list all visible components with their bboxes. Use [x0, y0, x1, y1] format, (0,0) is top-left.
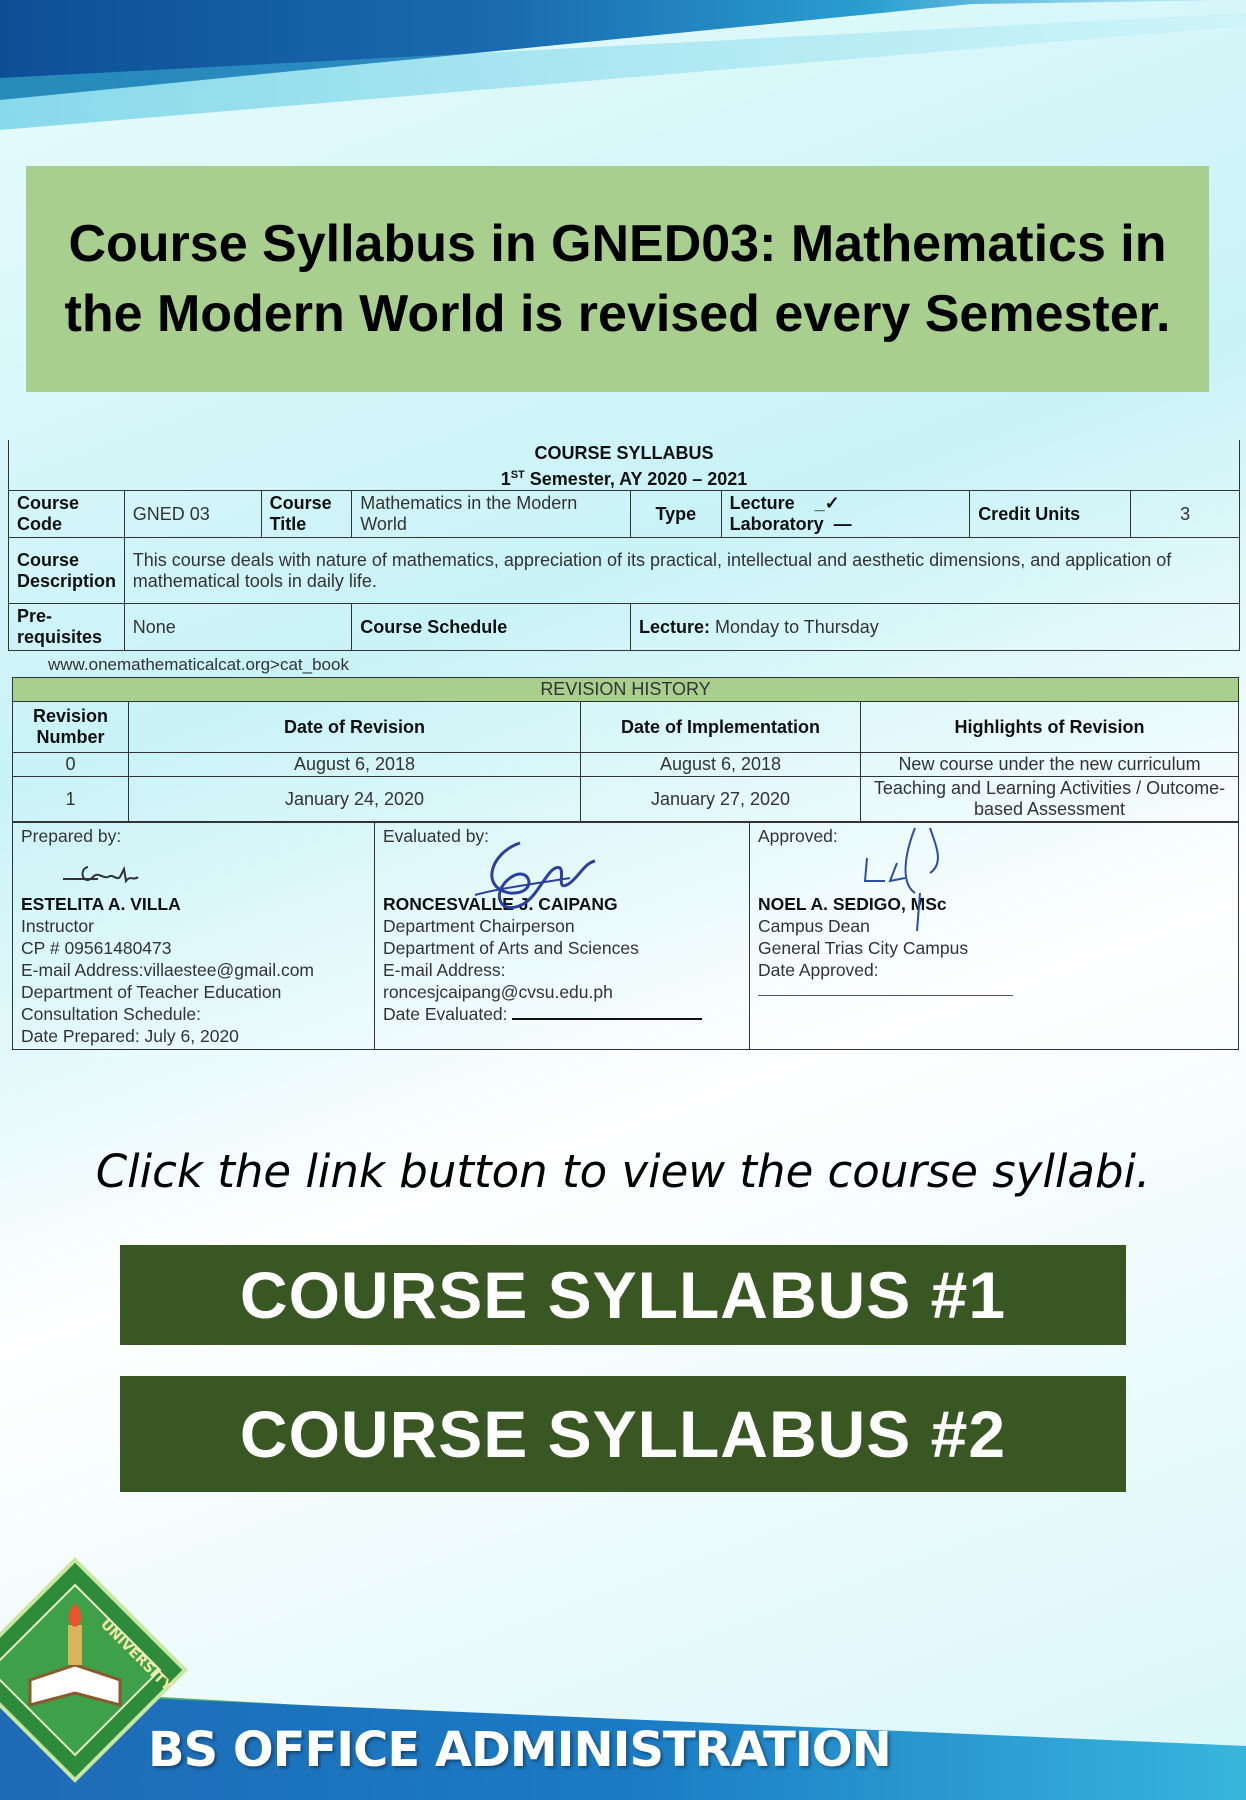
course-syllabus-1-button[interactable]: COURSE SYLLABUS #1: [120, 1245, 1126, 1345]
source-url: www.onemathematicalcat.org>cat_book: [48, 655, 349, 674]
course-title-label: Course Title: [260, 490, 353, 538]
table-row: 0 August 6, 2018 August 6, 2018 New cour…: [12, 752, 1240, 777]
type-value: Lecture _✓ Laboratory —: [720, 490, 971, 538]
table-cell: 1: [12, 776, 129, 822]
date-approved-blank: [758, 981, 1013, 996]
schedule-value: Lecture: Monday to Thursday: [630, 603, 1240, 651]
description-label: Course Description: [8, 537, 125, 604]
course-syllabus-2-button[interactable]: COURSE SYLLABUS #2: [120, 1376, 1126, 1492]
description-value: This course deals with nature of mathema…: [123, 537, 1241, 604]
table-cell: January 24, 2020: [128, 776, 581, 822]
headline-text: Course Syllabus in GNED03: Mathematics i…: [64, 215, 1171, 343]
syllabus-semester: 1ST Semester, AY 2020 – 2021: [500, 469, 748, 489]
course-info-table: Course Code GNED 03 Course Title Mathema…: [8, 490, 1241, 651]
approved-by-block: Approved: NOEL A. SEDIGO, MSc Campus Dea…: [749, 822, 1239, 1050]
type-label: Type: [630, 490, 722, 538]
table-cell: August 6, 2018: [128, 752, 581, 777]
headline-banner: Course Syllabus in GNED03: Mathematics i…: [26, 166, 1209, 392]
cta-instruction: Click the link button to view the course…: [95, 1145, 1151, 1198]
schedule-label: Course Schedule: [351, 603, 631, 651]
date-evaluated-blank: [512, 1004, 703, 1020]
revision-header: Revision Number: [12, 701, 129, 753]
course-code-value: GNED 03: [123, 490, 262, 538]
credit-units-value: 3: [1130, 490, 1240, 538]
credit-units-label: Credit Units: [969, 490, 1132, 538]
revision-header: Highlights of Revision: [859, 701, 1240, 753]
syllabus-image: COURSE SYLLABUS 1ST Semester, AY 2020 – …: [8, 440, 1241, 1050]
prepared-by-block: Prepared by: ESTELITA A. VILLA Instructo…: [12, 822, 375, 1050]
evaluated-by-block: Evaluated by: RONCESVALLE J. CAIPANG Dep…: [374, 822, 750, 1050]
revision-history-table: REVISION HISTORY Revision Number Date of…: [11, 677, 1240, 822]
table-cell: 0: [12, 752, 129, 777]
syllabus-title: COURSE SYLLABUS: [534, 443, 714, 463]
course-code-label: Course Code: [8, 490, 125, 538]
table-cell: January 27, 2020: [580, 776, 861, 822]
revision-header: Date of Implementation: [580, 701, 861, 753]
revision-header: Date of Revision: [128, 701, 581, 753]
prereq-value: None: [123, 603, 353, 651]
lecture-checkmark: _✓: [814, 493, 840, 513]
table-cell: August 6, 2018: [580, 752, 861, 777]
signature-villa: [63, 865, 139, 884]
footer-program-title: BS OFFICE ADMINISTRATION: [148, 1722, 892, 1778]
laboratory-dash: —: [833, 514, 852, 534]
prereq-label: Pre-requisites: [8, 603, 125, 651]
revision-history-title: REVISION HISTORY: [11, 677, 1240, 702]
course-title-value: Mathematics in the Modern World: [351, 490, 631, 538]
table-cell: New course under the new curriculum: [859, 752, 1240, 777]
syllabus-header: COURSE SYLLABUS 1ST Semester, AY 2020 – …: [8, 440, 1240, 490]
table-cell: Teaching and Learning Activities / Outco…: [859, 776, 1240, 822]
signatories-table: Prepared by: ESTELITA A. VILLA Instructo…: [12, 822, 1239, 1050]
table-row: 1 January 24, 2020 January 27, 2020 Teac…: [12, 776, 1240, 822]
